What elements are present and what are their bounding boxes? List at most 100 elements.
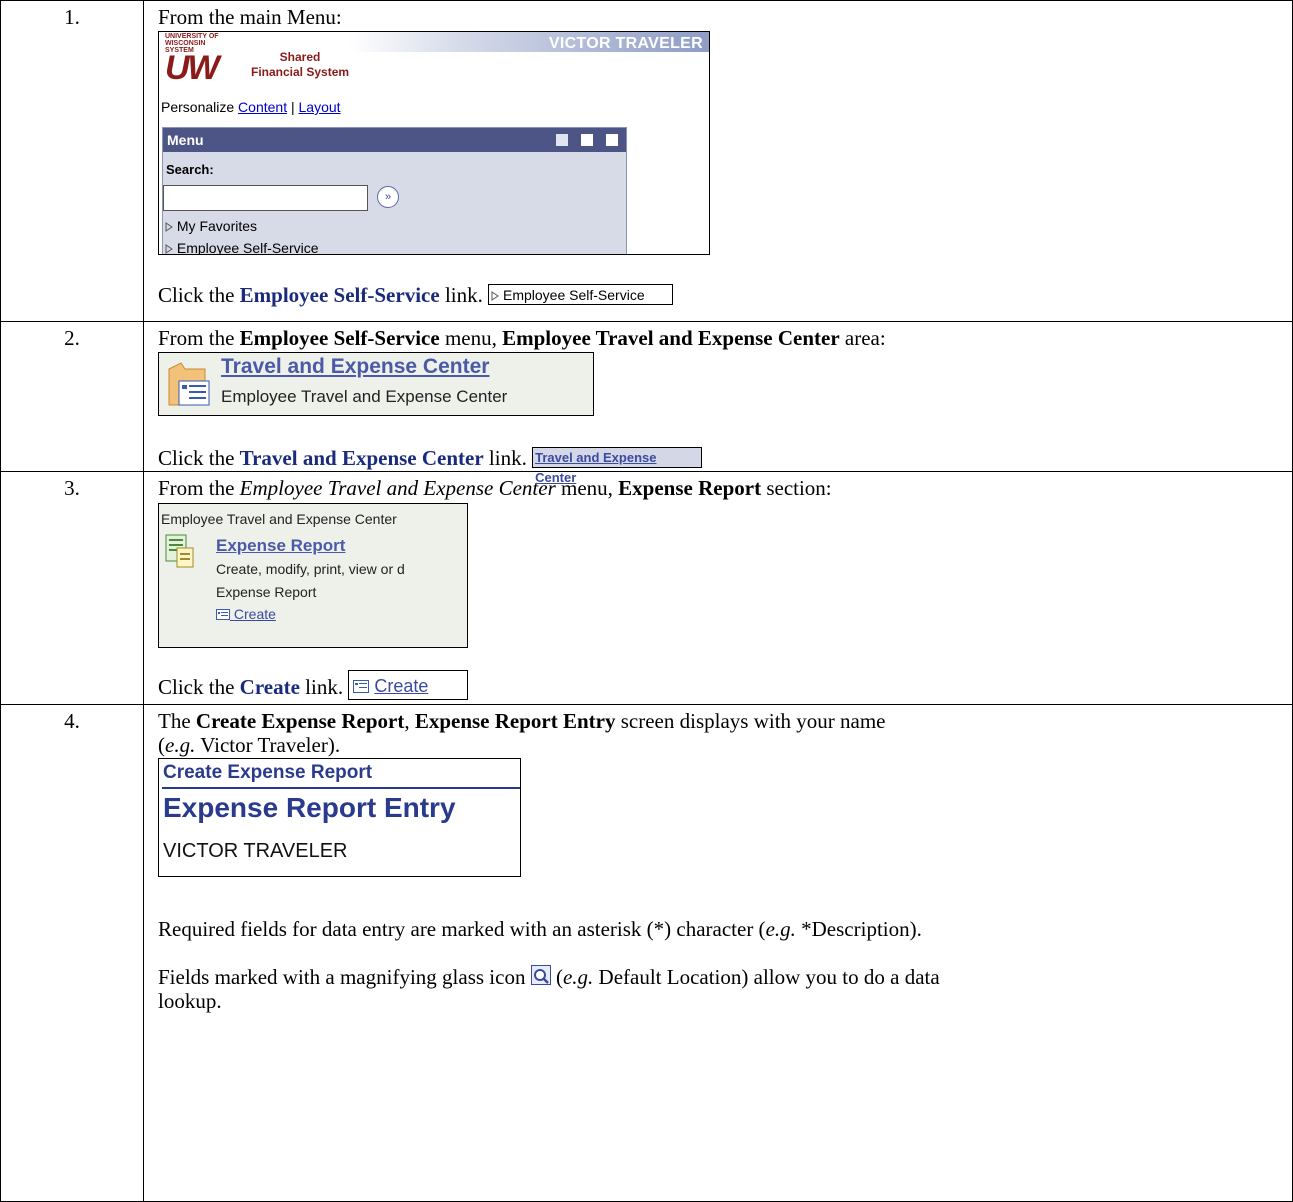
step-row-2: 2. From the Employee Self-Service menu, … [0,321,1293,485]
logo-shared: Shared [279,50,321,64]
step-body: From the Employee Self-Service menu, Emp… [143,321,1293,485]
user-banner: VICTOR TRAVELER [349,32,709,52]
content-link[interactable]: Content [238,99,287,115]
intro-text: From the [158,326,235,350]
tree-item-label: Employee Self-Service [176,240,319,255]
banner-name: VICTOR TRAVELER [548,35,703,52]
folder-icon [168,362,210,406]
step-row-3: 3. From the Employee Travel and Expense … [0,470,1293,705]
menu-title: Menu [167,132,204,148]
tree-item-my-favorites[interactable]: My Favorites [165,214,257,238]
step-body: The Create Expense Report, Expense Repor… [143,703,1293,1202]
intro-text: , [404,708,410,733]
create-list-icon [353,679,370,693]
intro-text: screen displays with your name [620,708,886,733]
action-suffix: link. [444,283,483,307]
step-intro: The Create Expense Report, Expense Repor… [158,709,1278,733]
step-row-4: 4. The Create Expense Report, Expense Re… [0,703,1293,1202]
section-header: Employee Travel and Expense Center [161,510,397,527]
note-text: Required fields for data entry are marke… [158,916,766,941]
intro-bold: Employee Self-Service [239,326,440,350]
action-suffix: link. [305,674,344,699]
action-target: Travel and Expense Center [239,446,484,470]
menu-header: Menu [163,128,626,152]
intro-bold: Expense Report [618,475,762,500]
step-number: 1. [0,0,144,322]
uw-logo: UW [165,49,220,87]
step-intro-2: (e.g. Victor Traveler). [158,733,1278,757]
layout-link[interactable]: Layout [299,99,341,115]
minimize-icon[interactable] [581,134,593,146]
tree-item-employee-self-service[interactable]: Employee Self-Service [165,236,319,255]
step-action: Click the Travel and Expense Center link… [158,446,703,485]
expense-report-icon [165,534,194,568]
action-prefix: Click the [158,446,235,470]
employee-self-service-chip[interactable]: Employee Self-Service [488,283,674,305]
action-prefix: Click the [158,674,235,699]
travel-expense-center-chip[interactable]: Travel and Expense Center [532,446,703,485]
intro-text: section: [766,475,832,500]
lookup-note: Fields marked with a magnifying glass ic… [158,965,1278,989]
action-target: Employee Self-Service [239,283,440,307]
step-action: Click the Employee Self-Service link. Em… [158,283,674,307]
step-body: From the Employee Travel and Expense Cen… [143,470,1293,705]
refresh-icon[interactable] [556,134,568,146]
employee-name: VICTOR TRAVELER [163,839,348,862]
intro-italic: e.g. [165,732,196,757]
personalize-bar: Personalize Content | Layout [161,95,341,119]
expense-report-link[interactable]: Expense Report [216,534,345,558]
logo-shared-text: Shared Financial System [251,50,349,80]
travel-expense-center-desc: Employee Travel and Expense Center [221,387,508,406]
create-chip[interactable]: Create [348,669,469,700]
triangle-right-icon [491,291,500,301]
expense-report-entry-screenshot: Create Expense Report Expense Report Ent… [158,757,521,877]
close-icon[interactable] [606,134,618,146]
logo-financial: Financial System [251,65,350,79]
note-text: Fields marked with a magnifying glass ic… [158,964,526,989]
page-title: Expense Report Entry [163,791,456,823]
intro-italic: Employee Travel and Expense Center [239,475,556,500]
chip-label: Create [374,675,429,696]
triangle-right-icon [165,244,173,254]
personalize-label: Personalize [161,99,235,115]
note-italic: e.g. [765,916,796,941]
intro-bold: Expense Report Entry [414,708,616,733]
separator: | [290,99,295,115]
required-fields-note: Required fields for data entry are marke… [158,917,1278,941]
travel-expense-center-link[interactable]: Travel and Expense Center [221,355,489,379]
travel-expense-center-screenshot: Travel and Expense Center Employee Trave… [158,352,594,416]
lookup-note-2: lookup. [158,988,222,1013]
expense-report-desc-2: Expense Report [216,583,317,600]
step-number: 4. [0,703,144,1202]
step-action: Click the Create link. Create [158,669,469,700]
action-target: Create [239,674,300,699]
chip-label: Employee Self-Service [503,286,645,303]
step-number: 3. [0,470,144,705]
search-go-button[interactable]: » [377,186,399,208]
magnifying-glass-icon [530,964,551,985]
heading-rule [162,786,520,789]
menu-pagelet: Menu Search: » My Favorites Employee Sel… [162,127,627,255]
step-intro: From the Employee Self-Service menu, Emp… [158,326,1278,350]
note-text: Default Location) allow you to do a data [598,964,940,989]
intro-bold: Employee Travel and Expense Center [502,326,840,350]
step-intro: From the Employee Travel and Expense Cen… [158,476,1278,500]
expense-report-desc: Create, modify, print, view or d [216,560,405,577]
create-link[interactable]: Create [216,602,276,626]
action-prefix: Click the [158,283,235,307]
search-label: Search: [166,162,214,177]
note-text: *Description). [801,916,922,941]
step-body: From the main Menu: UNIVERSITY OF WISCON… [143,0,1293,322]
intro-text: ( [158,732,165,757]
intro-text: From the [158,475,235,500]
note-text: ( [555,964,563,989]
tree-item-label: My Favorites [176,218,258,234]
create-list-icon [216,608,230,620]
step-intro: From the main Menu: [158,5,342,29]
action-suffix: link. [488,446,527,470]
create-label: Create [233,605,276,622]
expense-report-screenshot: Employee Travel and Expense Center Expen… [158,502,468,648]
main-menu-screenshot: UNIVERSITY OF WISCONSIN SYSTEM UW Shared… [158,31,710,255]
intro-text: menu, [444,326,497,350]
search-input[interactable] [163,185,368,211]
